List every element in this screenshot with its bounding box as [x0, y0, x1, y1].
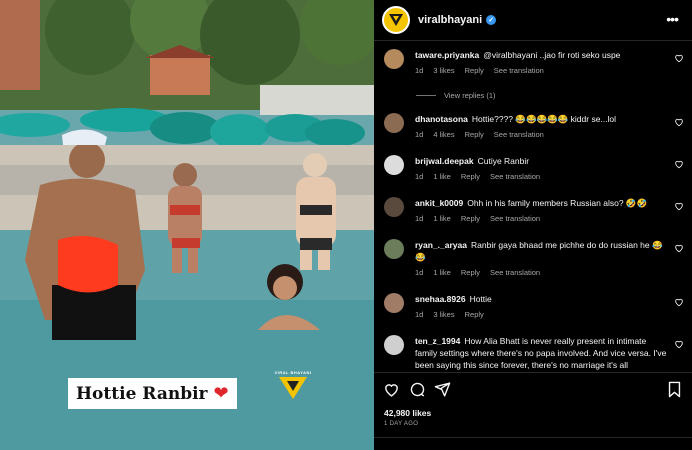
heart-like-icon[interactable] — [674, 117, 684, 127]
post-username[interactable]: viralbhayani — [418, 14, 482, 26]
comments-panel: viralbhayani ✓ ••• taware.priyanka @viral… — [374, 0, 692, 450]
post-actions-bar: 42,980 likes 1 DAY AGO — [374, 372, 692, 450]
comment-username[interactable]: ten_z_1994 — [415, 336, 460, 346]
reply-button[interactable]: Reply — [465, 129, 484, 141]
save-bookmark-icon[interactable] — [667, 381, 682, 398]
comment-time: 1d — [415, 66, 424, 75]
like-heart-icon[interactable] — [383, 381, 400, 398]
comment-username[interactable]: snehaa.8926 — [415, 294, 466, 304]
add-comment-input[interactable] — [374, 437, 692, 450]
comment-likes[interactable]: 4 likes — [433, 129, 454, 141]
watermark-logo: VIRAL BHAYANI — [274, 370, 312, 400]
see-translation-link[interactable]: See translation — [490, 213, 540, 225]
share-send-icon[interactable] — [434, 381, 451, 398]
comment-likes[interactable]: 3 likes — [433, 309, 454, 321]
comment-bubble-icon[interactable] — [409, 381, 426, 398]
post-photo[interactable]: Hottie Ranbir ❤ VIRAL BHAYANI — [0, 0, 374, 450]
see-translation-link[interactable]: See translation — [490, 171, 540, 183]
comment-username[interactable]: ankit_k0009 — [415, 198, 463, 208]
caption-overlay: Hottie Ranbir ❤ — [68, 378, 237, 409]
avatar[interactable] — [384, 49, 404, 69]
comments-list: taware.priyanka @viralbhayani ..jao fir r… — [374, 41, 692, 371]
avatar[interactable] — [384, 293, 404, 313]
comment-text: Cutiye Ranbir — [477, 156, 530, 166]
view-replies-text[interactable]: View replies (1) — [444, 91, 496, 100]
post-timestamp: 1 DAY AGO — [384, 421, 419, 427]
verified-badge-icon: ✓ — [486, 15, 497, 25]
watermark-v-icon — [279, 377, 307, 399]
comment-likes[interactable]: 1 like — [433, 267, 451, 279]
avatar[interactable] — [384, 335, 404, 355]
comment-username[interactable]: dhanotasona — [415, 114, 468, 124]
comment-username[interactable]: taware.priyanka — [415, 50, 479, 60]
reply-button[interactable]: Reply — [465, 65, 484, 77]
reply-button[interactable]: Reply — [461, 267, 480, 279]
comment-username[interactable]: ryan_._aryaa — [415, 240, 467, 250]
reply-button[interactable]: Reply — [461, 213, 480, 225]
comment-text: Hottie — [469, 294, 492, 304]
avatar[interactable] — [384, 239, 404, 259]
reply-button[interactable]: Reply — [465, 309, 484, 321]
heart-emoji: ❤ — [213, 383, 229, 404]
heart-like-icon[interactable] — [674, 53, 684, 63]
more-options-icon[interactable]: ••• — [666, 11, 679, 27]
reply-button[interactable]: Reply — [461, 171, 480, 183]
comment-likes[interactable]: 1 like — [433, 213, 451, 225]
comment-text: Ohh in his family members Russian also? … — [467, 198, 648, 208]
see-translation-link[interactable]: See translation — [494, 129, 544, 141]
comment-username[interactable]: brijwal.deepak — [415, 156, 474, 166]
heart-like-icon[interactable] — [674, 297, 684, 307]
comment-time: 1d — [415, 130, 424, 139]
comment-time: 1d — [415, 214, 424, 223]
post-header: viralbhayani ✓ ••• — [374, 0, 692, 41]
watermark-text: VIRAL BHAYANI — [274, 370, 312, 375]
avatar[interactable] — [384, 197, 404, 217]
comment-time: 1d — [415, 268, 424, 277]
see-translation-link[interactable]: See translation — [494, 65, 544, 77]
heart-like-icon[interactable] — [674, 201, 684, 211]
heart-like-icon[interactable] — [674, 339, 684, 349]
brand-v-icon — [389, 14, 403, 26]
heart-like-icon[interactable] — [674, 159, 684, 169]
replies-divider — [416, 95, 436, 96]
comment-text: @viralbhayani ..jao fir roti seko uspe — [483, 50, 621, 60]
comment-likes[interactable]: 3 likes — [433, 65, 454, 77]
avatar[interactable] — [384, 155, 404, 175]
heart-like-icon[interactable] — [674, 243, 684, 253]
view-replies-link[interactable]: View replies (1) — [416, 91, 496, 100]
likes-count[interactable]: 42,980 likes — [384, 408, 431, 418]
comment-likes[interactable]: 1 like — [433, 171, 451, 183]
caption-text: Hottie Ranbir — [76, 383, 208, 404]
avatar[interactable] — [382, 6, 410, 34]
avatar[interactable] — [384, 113, 404, 133]
comment-time: 1d — [415, 172, 424, 181]
comment-time: 1d — [415, 310, 424, 319]
comment-text: Hottie???? 😂😂😂😂😂 kiddr se...lol — [471, 114, 617, 124]
see-translation-link[interactable]: See translation — [490, 267, 540, 279]
